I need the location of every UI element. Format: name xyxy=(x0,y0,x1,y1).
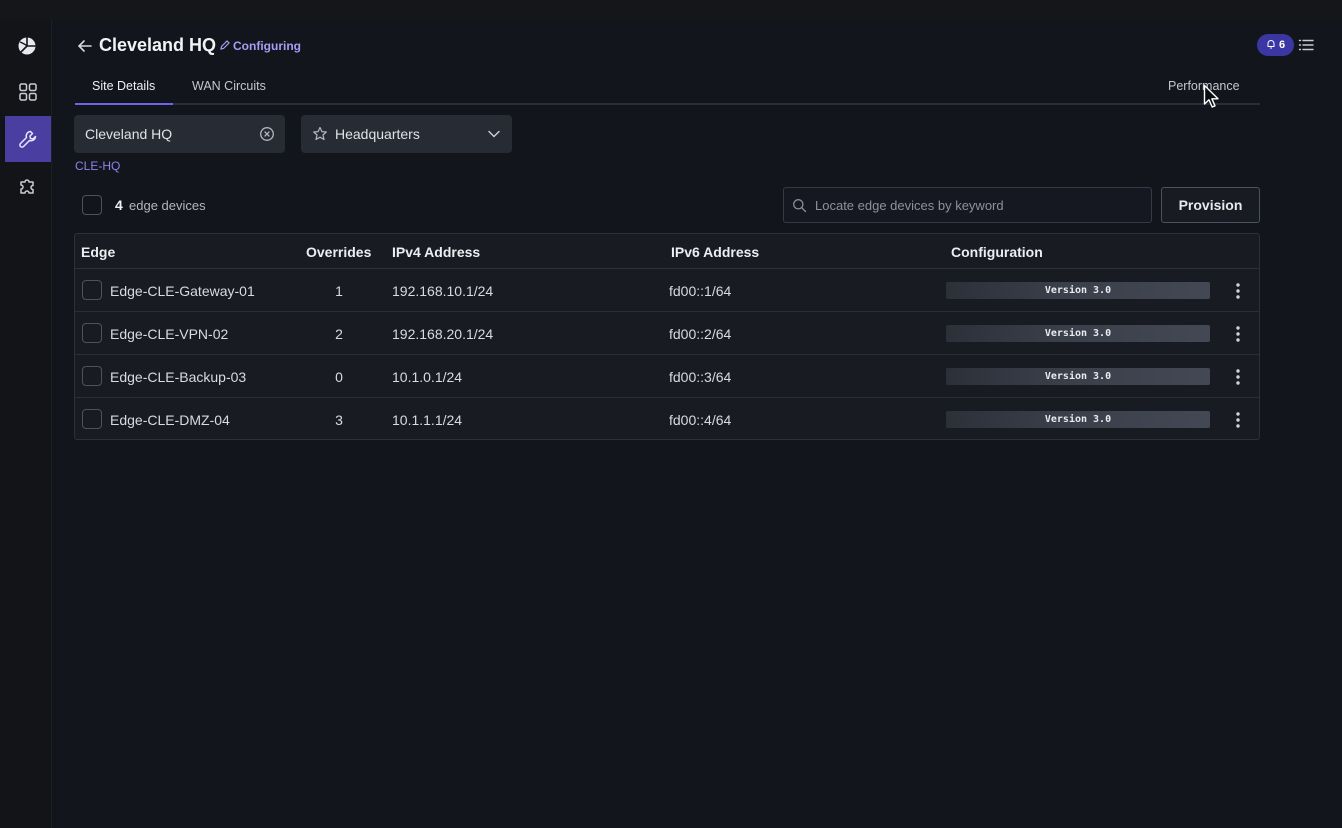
chevron-down-icon xyxy=(487,127,501,141)
extension-icon xyxy=(18,176,38,196)
kebab-icon[interactable] xyxy=(1229,281,1247,301)
overrides-count: 3 xyxy=(335,412,343,428)
ipv6-address: fd00::2/64 xyxy=(669,326,732,342)
ipv6-address: fd00::4/64 xyxy=(669,412,732,428)
ipv4-address: 192.168.10.1/24 xyxy=(392,283,494,299)
nav-configure[interactable] xyxy=(5,116,51,162)
select-all-checkbox[interactable] xyxy=(82,195,102,215)
table-row[interactable]: Edge-CLE-Backup-03 0 10.1.0.1/24 fd00::3… xyxy=(75,355,1259,398)
row-checkbox[interactable] xyxy=(82,409,102,429)
wrench-icon xyxy=(18,129,38,149)
status-text: Configuring xyxy=(233,39,301,53)
notifications-button[interactable]: 6 xyxy=(1257,34,1294,56)
back-arrow-icon[interactable] xyxy=(76,37,94,55)
mouse-cursor-icon xyxy=(1203,84,1221,110)
column-header-ipv4[interactable]: IPv4 Address xyxy=(392,244,480,260)
status-badge: Configuring xyxy=(220,39,301,53)
site-name-value: Cleveland HQ xyxy=(85,126,173,142)
list-icon[interactable] xyxy=(1298,37,1314,53)
edge-name[interactable]: Edge-CLE-Backup-03 xyxy=(110,369,246,385)
table-row[interactable]: Edge-CLE-DMZ-04 3 10.1.1.1/24 fd00::4/64… xyxy=(75,398,1259,441)
kebab-icon[interactable] xyxy=(1229,324,1247,344)
active-tab-indicator xyxy=(75,103,173,105)
page-title: Cleveland HQ xyxy=(99,35,217,55)
column-header-overrides[interactable]: Overrides xyxy=(306,244,371,260)
nav-dashboard[interactable] xyxy=(5,69,51,115)
column-header-configuration[interactable]: Configuration xyxy=(951,244,1043,260)
star-icon xyxy=(312,126,328,142)
table-row[interactable]: Edge-CLE-VPN-02 2 192.168.20.1/24 fd00::… xyxy=(75,312,1259,355)
clear-icon[interactable] xyxy=(259,126,275,142)
search-placeholder: Locate edge devices by keyword xyxy=(815,197,1004,213)
site-name-input[interactable]: Cleveland HQ xyxy=(74,115,285,153)
overrides-count: 0 xyxy=(335,369,343,385)
edge-name[interactable]: Edge-CLE-VPN-02 xyxy=(110,326,228,342)
column-header-edge[interactable]: Edge xyxy=(81,244,115,260)
row-checkbox[interactable] xyxy=(82,280,102,300)
edge-devices-table: Edge Overrides IPv4 Address IPv6 Address… xyxy=(74,233,1260,440)
configuration-version[interactable]: Version 3.0 xyxy=(946,368,1210,385)
row-checkbox[interactable] xyxy=(82,366,102,386)
ipv6-address: fd00::1/64 xyxy=(669,283,732,299)
tab-site-details[interactable]: Site Details xyxy=(92,79,155,93)
site-type-select[interactable]: Headquarters xyxy=(301,115,512,153)
ipv6-address: fd00::3/64 xyxy=(669,369,732,385)
tab-bar: Site Details WAN Circuits Performance xyxy=(75,70,1260,105)
kebab-icon[interactable] xyxy=(1229,367,1247,387)
nav-rail xyxy=(0,20,52,828)
configuration-version[interactable]: Version 3.0 xyxy=(946,411,1210,428)
device-count-label: edge devices xyxy=(129,198,206,213)
ipv4-address: 192.168.20.1/24 xyxy=(392,326,494,342)
logo-icon[interactable] xyxy=(17,36,37,56)
overrides-count: 2 xyxy=(335,326,343,342)
ipv4-address: 10.1.0.1/24 xyxy=(392,369,463,385)
main-panel: Cleveland HQ Configuring 6 Site Details … xyxy=(52,20,1342,828)
tab-wan-circuits[interactable]: WAN Circuits xyxy=(192,79,266,93)
column-header-ipv6[interactable]: IPv6 Address xyxy=(671,244,759,260)
dashboard-icon xyxy=(18,82,38,102)
edge-name[interactable]: Edge-CLE-DMZ-04 xyxy=(110,412,230,428)
site-type-value: Headquarters xyxy=(335,126,420,142)
device-search-input[interactable]: Locate edge devices by keyword xyxy=(783,187,1152,223)
row-checkbox[interactable] xyxy=(82,323,102,343)
configuration-version[interactable]: Version 3.0 xyxy=(946,325,1210,342)
site-code-link[interactable]: CLE-HQ xyxy=(75,159,120,173)
search-icon xyxy=(792,198,807,213)
overrides-count: 1 xyxy=(335,283,343,299)
pencil-icon xyxy=(220,39,230,53)
window-top-strip xyxy=(0,0,1342,20)
configuration-version[interactable]: Version 3.0 xyxy=(946,282,1210,299)
notification-count: 6 xyxy=(1278,39,1286,51)
table-row[interactable]: Edge-CLE-Gateway-01 1 192.168.10.1/24 fd… xyxy=(75,269,1259,312)
table-header: Edge Overrides IPv4 Address IPv6 Address… xyxy=(75,234,1259,269)
ipv4-address: 10.1.1.1/24 xyxy=(392,412,463,428)
nav-extensions[interactable] xyxy=(5,163,51,209)
edge-name[interactable]: Edge-CLE-Gateway-01 xyxy=(110,283,255,299)
device-count: 4 xyxy=(115,197,123,213)
kebab-icon[interactable] xyxy=(1229,410,1247,430)
bell-icon xyxy=(1266,39,1276,52)
provision-button[interactable]: Provision xyxy=(1161,187,1260,223)
